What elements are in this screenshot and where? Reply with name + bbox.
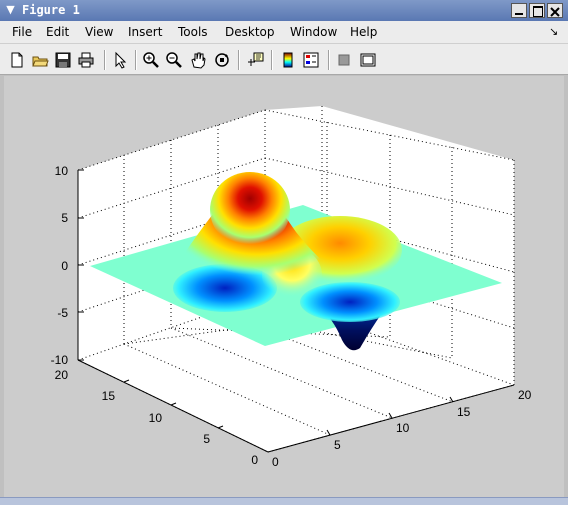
hide-plot-tools-icon[interactable] (335, 51, 353, 69)
x-tick-label: 0 (272, 455, 279, 469)
z-tick-label: 10 (55, 164, 69, 178)
menu-help[interactable]: Help (350, 25, 377, 39)
close-button[interactable] (547, 3, 563, 18)
toolbar-separator (238, 50, 240, 70)
pointer-icon[interactable] (111, 51, 129, 69)
chevron-down-icon[interactable]: ▼ (4, 4, 17, 16)
menu-edit[interactable]: Edit (46, 25, 69, 39)
y-tick-label: 10 (149, 411, 163, 425)
figure-canvas[interactable]: 10 5 0 -5 -10 20 15 10 5 0 0 5 10 15 20 (4, 76, 564, 497)
x-tick-label: 15 (457, 405, 471, 419)
x-tick-label: 20 (518, 388, 532, 402)
figure-toolbar (0, 44, 568, 75)
menu-insert[interactable]: Insert (128, 25, 162, 39)
menu-window[interactable]: Window (290, 25, 337, 39)
y-tick-label: 5 (203, 432, 210, 446)
x-tick-label: 10 (396, 421, 410, 435)
z-tick-label: -10 (51, 353, 69, 367)
y-tick-label: 0 (251, 453, 258, 467)
toolbar-separator (328, 50, 330, 70)
maximize-button[interactable] (529, 3, 545, 18)
colorbar-icon[interactable] (279, 51, 297, 69)
menu-view[interactable]: View (85, 25, 113, 39)
data-cursor-icon[interactable] (246, 51, 264, 69)
close-icon (550, 7, 560, 17)
z-tick-label: -5 (57, 306, 68, 320)
toolbar-separator (104, 50, 106, 70)
window-title: Figure 1 (22, 3, 80, 17)
save-icon[interactable] (54, 51, 72, 69)
z-tick-label: 5 (61, 211, 68, 225)
y-tick-label: 20 (55, 368, 69, 382)
legend-icon[interactable] (302, 51, 320, 69)
z-tick-label: 0 (61, 259, 68, 273)
toolbar-separator (135, 50, 137, 70)
menu-file[interactable]: File (12, 25, 32, 39)
minimize-button[interactable] (511, 3, 527, 18)
open-folder-icon[interactable] (31, 51, 49, 69)
new-file-icon[interactable] (8, 51, 26, 69)
zoom-in-icon[interactable] (142, 51, 160, 69)
menu-desktop[interactable]: Desktop (225, 25, 275, 39)
z-axis-tick-labels: 10 5 0 -5 -10 (51, 164, 69, 367)
zoom-out-icon[interactable] (165, 51, 183, 69)
toolbar-separator (271, 50, 273, 70)
print-icon[interactable] (77, 51, 95, 69)
rotate-3d-icon[interactable] (213, 51, 231, 69)
menu-bar: File Edit View Insert Tools Desktop Wind… (0, 21, 568, 44)
title-bar[interactable]: ▼ Figure 1 (0, 0, 568, 22)
x-tick-label: 5 (334, 438, 341, 452)
y-tick-label: 15 (102, 389, 116, 403)
menu-tools[interactable]: Tools (178, 25, 208, 39)
show-plot-tools-icon[interactable] (359, 51, 377, 69)
pan-hand-icon[interactable] (189, 51, 207, 69)
dock-arrow-icon[interactable]: ↘ (549, 25, 558, 38)
surface-plot-axes[interactable]: 10 5 0 -5 -10 20 15 10 5 0 0 5 10 15 20 (4, 76, 564, 497)
surface-peak (210, 172, 290, 248)
